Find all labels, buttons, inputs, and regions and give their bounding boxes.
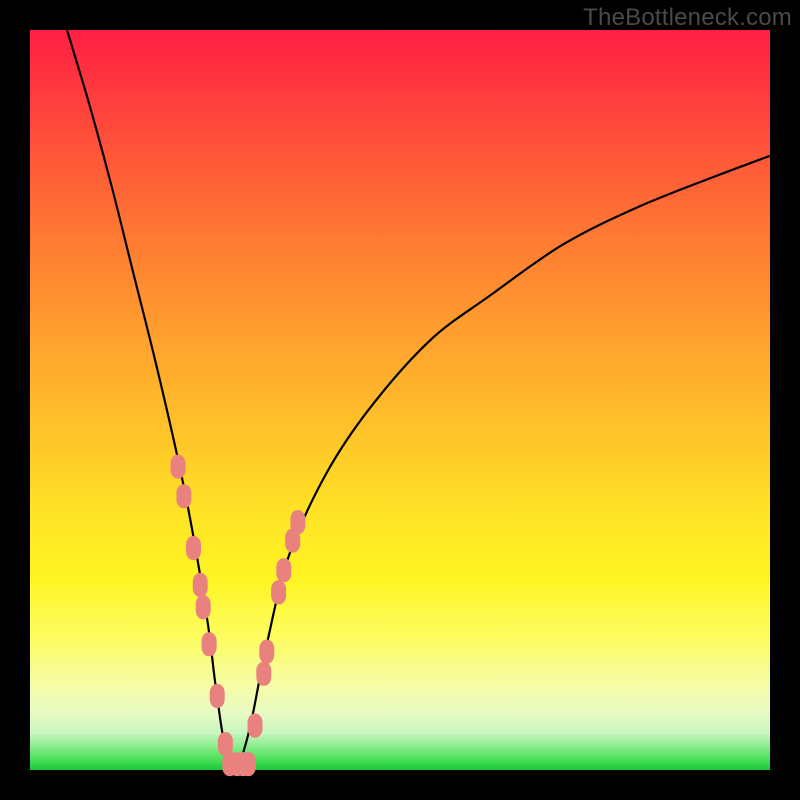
marker [202, 632, 217, 656]
marker [171, 455, 186, 479]
marker [193, 573, 208, 597]
marker [241, 752, 256, 776]
marker [276, 558, 291, 582]
plot-area [30, 30, 770, 770]
curve-layer [30, 30, 770, 770]
marker [196, 595, 211, 619]
marker [290, 510, 305, 534]
highlighted-points [171, 455, 306, 776]
bottleneck-curve [67, 30, 770, 774]
marker [271, 580, 286, 604]
marker [259, 640, 274, 664]
marker [186, 536, 201, 560]
marker [256, 662, 271, 686]
chart-frame: TheBottleneck.com [0, 0, 800, 800]
marker [176, 484, 191, 508]
watermark-text: TheBottleneck.com [583, 4, 792, 32]
marker [248, 714, 263, 738]
marker [210, 684, 225, 708]
